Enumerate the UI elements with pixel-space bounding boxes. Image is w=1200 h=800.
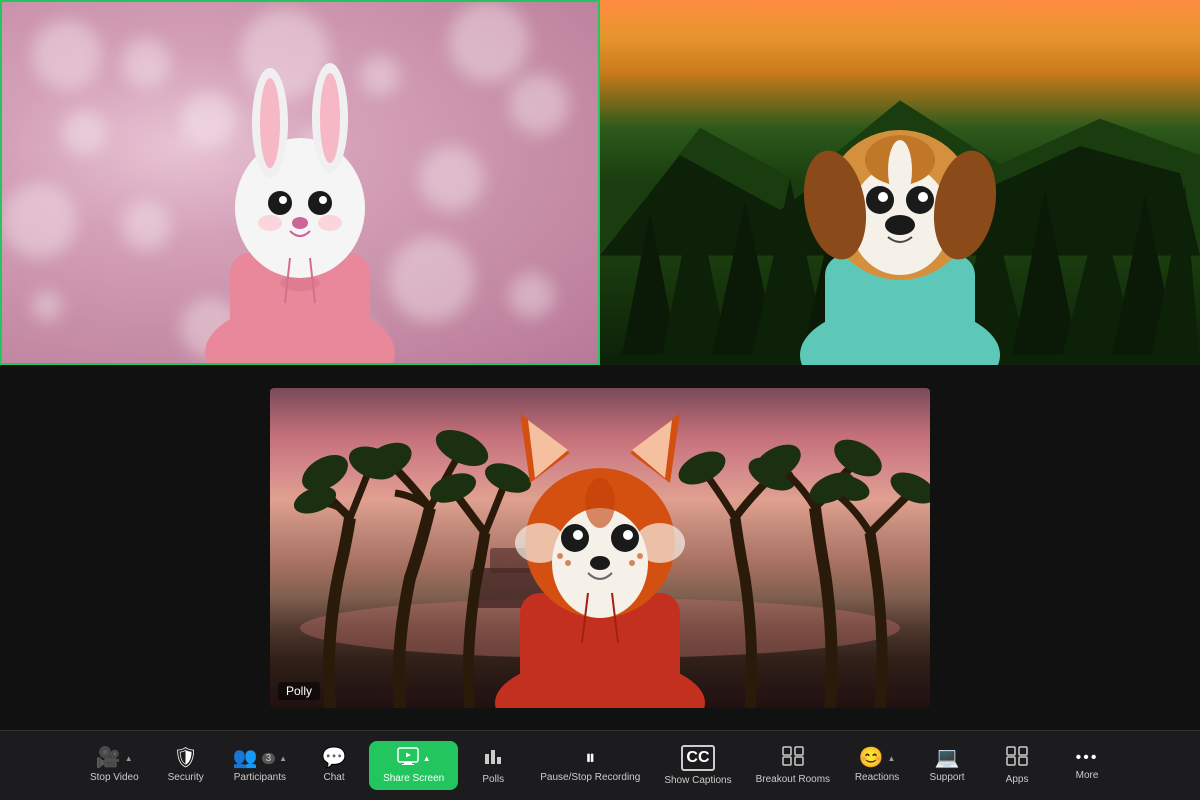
apps-button[interactable]: Apps <box>982 740 1052 791</box>
reactions-arrow: ▲ <box>888 754 896 763</box>
fox-avatar <box>470 388 730 708</box>
polls-button[interactable]: Polls <box>458 740 528 791</box>
participant-tile-3-container: Polly <box>0 365 1200 730</box>
share-screen-arrow: ▲ <box>423 754 431 763</box>
participants-arrow: ▲ <box>279 754 287 763</box>
stop-video-button[interactable]: 🎥 ▲ Stop Video <box>78 742 151 789</box>
participants-label: Participants <box>234 772 286 783</box>
stop-video-arrow: ▲ <box>125 754 133 763</box>
shield-icon: 🛡 <box>173 748 198 768</box>
stop-video-label: Stop Video <box>90 772 139 783</box>
chat-button[interactable]: 💬 Chat <box>299 742 369 789</box>
reactions-icon: 😊 <box>859 748 884 768</box>
share-screen-icon <box>397 747 419 769</box>
breakout-rooms-label: Breakout Rooms <box>756 774 830 785</box>
apps-icon <box>1006 746 1028 770</box>
more-icon: ••• <box>1076 750 1099 766</box>
support-label: Support <box>930 772 965 783</box>
participant-tile-2 <box>600 0 1200 365</box>
pause-recording-button[interactable]: ⏸ Pause/Stop Recording <box>528 742 652 789</box>
show-captions-button[interactable]: CC Show Captions <box>652 739 743 792</box>
chat-icon: 💬 <box>322 748 347 768</box>
share-screen-button[interactable]: ▲ Share Screen <box>369 741 458 790</box>
support-button[interactable]: 💻 Support <box>912 742 982 789</box>
more-label: More <box>1076 770 1099 781</box>
rabbit-avatar <box>190 53 410 365</box>
participant-tile-1 <box>0 0 600 365</box>
breakout-icon <box>782 746 804 770</box>
breakout-rooms-button[interactable]: Breakout Rooms <box>744 740 842 791</box>
video-area: Polly <box>0 0 1200 730</box>
more-button[interactable]: ••• More <box>1052 744 1122 787</box>
polls-label: Polls <box>482 774 504 785</box>
chat-label: Chat <box>324 772 345 783</box>
support-icon: 💻 <box>935 748 960 768</box>
reactions-label: Reactions <box>855 772 899 783</box>
pause-icon: ⏸ <box>585 748 595 768</box>
pause-recording-label: Pause/Stop Recording <box>540 772 640 783</box>
show-captions-label: Show Captions <box>664 775 731 786</box>
toolbar: 🎥 ▲ Stop Video 🛡 Security 👥 3 ▲ Particip… <box>0 730 1200 800</box>
camera-icon: 🎥 <box>96 748 121 768</box>
dog-avatar <box>780 45 1020 365</box>
participants-button[interactable]: 👥 3 ▲ Participants <box>221 742 299 789</box>
participant-name-polly: Polly <box>278 682 320 700</box>
security-label: Security <box>168 772 204 783</box>
reactions-button[interactable]: 😊 ▲ Reactions <box>842 742 912 789</box>
share-screen-label: Share Screen <box>383 773 444 784</box>
participant-count-badge: 3 <box>262 753 276 764</box>
polls-icon <box>483 746 503 770</box>
participant-tile-3: Polly <box>270 388 930 708</box>
apps-label: Apps <box>1006 774 1029 785</box>
security-button[interactable]: 🛡 Security <box>151 742 221 789</box>
captions-icon: CC <box>681 745 714 771</box>
participants-icon: 👥 <box>233 748 258 768</box>
